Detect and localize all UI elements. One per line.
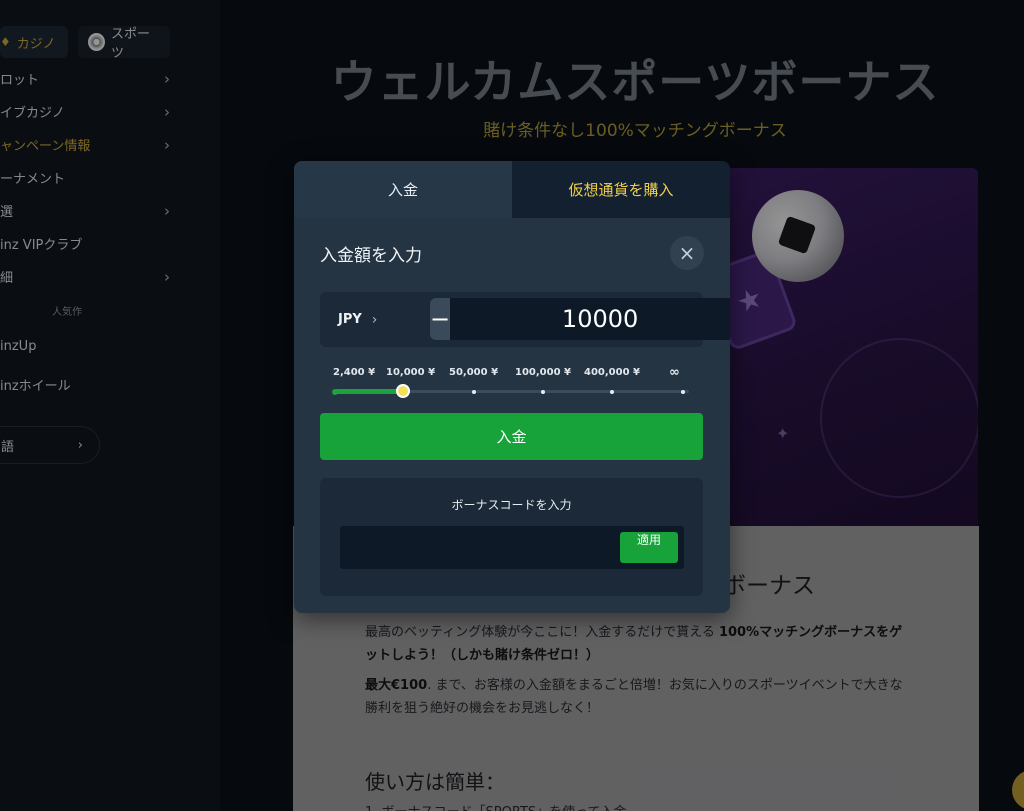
currency-selector[interactable]: JPY › [338,292,377,347]
slider-fill [335,389,403,394]
tab-buy-crypto[interactable]: 仮想通貨を購入 [512,161,730,218]
preset-amount-label[interactable]: ∞ [669,365,680,380]
preset-amount-label[interactable]: 10,000 ¥ [386,367,435,378]
preset-amount-label[interactable]: 2,400 ¥ [333,367,375,378]
close-icon: × [678,241,696,265]
modal-tabs: 入金 仮想通貨を購入 [294,161,730,218]
bonus-code-section: ボーナスコードを入力 適用 [320,478,703,596]
slider-tick [541,390,545,394]
amount-slider[interactable] [332,384,689,398]
preset-amount-label[interactable]: 400,000 ¥ [584,367,640,378]
amount-box: JPY › − + [320,292,730,347]
close-button[interactable]: × [670,236,704,270]
deposit-modal: 入金 仮想通貨を購入 入金額を入力 × JPY › − + 2,400 ¥ 10,… [294,161,730,613]
amount-stepper: − + [430,298,730,340]
currency-label: JPY [338,312,362,327]
preset-amount-label[interactable]: 100,000 ¥ [515,367,571,378]
deposit-button[interactable]: 入金 [320,413,703,460]
slider-tick [472,390,476,394]
page: ♦ カジノ スポーツ ロット › イブカジノ › ャンペーン情報 › ーナメント… [0,0,1024,811]
amount-input[interactable] [450,298,730,340]
preset-amounts: 2,400 ¥ 10,000 ¥ 50,000 ¥ 100,000 ¥ 400,000 … [333,365,693,381]
slider-knob[interactable] [396,384,410,398]
preset-amount-label[interactable]: 50,000 ¥ [449,367,498,378]
modal-title: 入金額を入力 [320,246,422,266]
bonus-code-input[interactable] [348,534,608,561]
slider-tick [681,390,685,394]
slider-tick [332,389,338,395]
apply-button[interactable]: 適用 [620,532,678,563]
tab-deposit[interactable]: 入金 [294,161,512,218]
decrease-button[interactable]: − [430,298,451,340]
slider-tick [610,390,614,394]
modal-header: 入金額を入力 × [320,236,704,270]
bonus-code-label: ボーナスコードを入力 [451,498,572,512]
chevron-right-icon: › [371,311,378,328]
bonus-code-field: 適用 [340,526,684,569]
